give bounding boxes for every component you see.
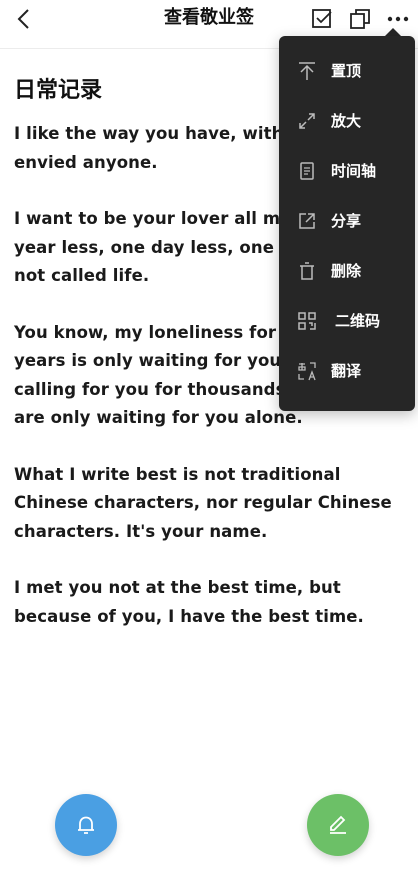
menu-item-expand[interactable]: 放大 [279, 101, 415, 141]
overflow-menu: 置顶 放大 时间轴 分享 删除 二维码 翻译 [279, 36, 415, 411]
pencil-icon [330, 815, 346, 834]
edit-button[interactable] [307, 794, 369, 856]
qr-code-icon [297, 311, 317, 331]
menu-item-label: 翻译 [331, 362, 362, 380]
timeline-icon [297, 161, 317, 181]
expand-icon [297, 111, 317, 131]
reminder-button[interactable] [55, 794, 117, 856]
menu-item-share[interactable]: 分享 [279, 201, 415, 241]
menu-item-translate[interactable]: 翻译 [279, 351, 415, 391]
menu-item-delete[interactable]: 删除 [279, 251, 415, 291]
note-paragraph: I met you not at the best time, but beca… [14, 578, 364, 626]
menu-item-label: 放大 [331, 112, 362, 130]
menu-item-label: 时间轴 [331, 162, 377, 180]
translate-icon [297, 361, 317, 381]
copy-icon[interactable] [347, 6, 373, 32]
menu-item-label: 二维码 [335, 312, 381, 330]
trash-icon [297, 261, 317, 281]
checkbox-icon[interactable] [309, 6, 335, 32]
menu-item-label: 置顶 [331, 62, 362, 80]
menu-item-label: 删除 [331, 262, 362, 280]
menu-item-qr-code[interactable]: 二维码 [279, 301, 415, 341]
menu-item-label: 分享 [331, 212, 362, 230]
menu-caret [385, 28, 401, 36]
share-icon [297, 211, 317, 231]
pin-top-icon [297, 61, 317, 81]
menu-item-pin-top[interactable]: 置顶 [279, 51, 415, 91]
note-paragraph: What I write best is not traditional Chi… [14, 464, 392, 541]
bell-icon [78, 816, 94, 834]
menu-item-timeline[interactable]: 时间轴 [279, 151, 415, 191]
